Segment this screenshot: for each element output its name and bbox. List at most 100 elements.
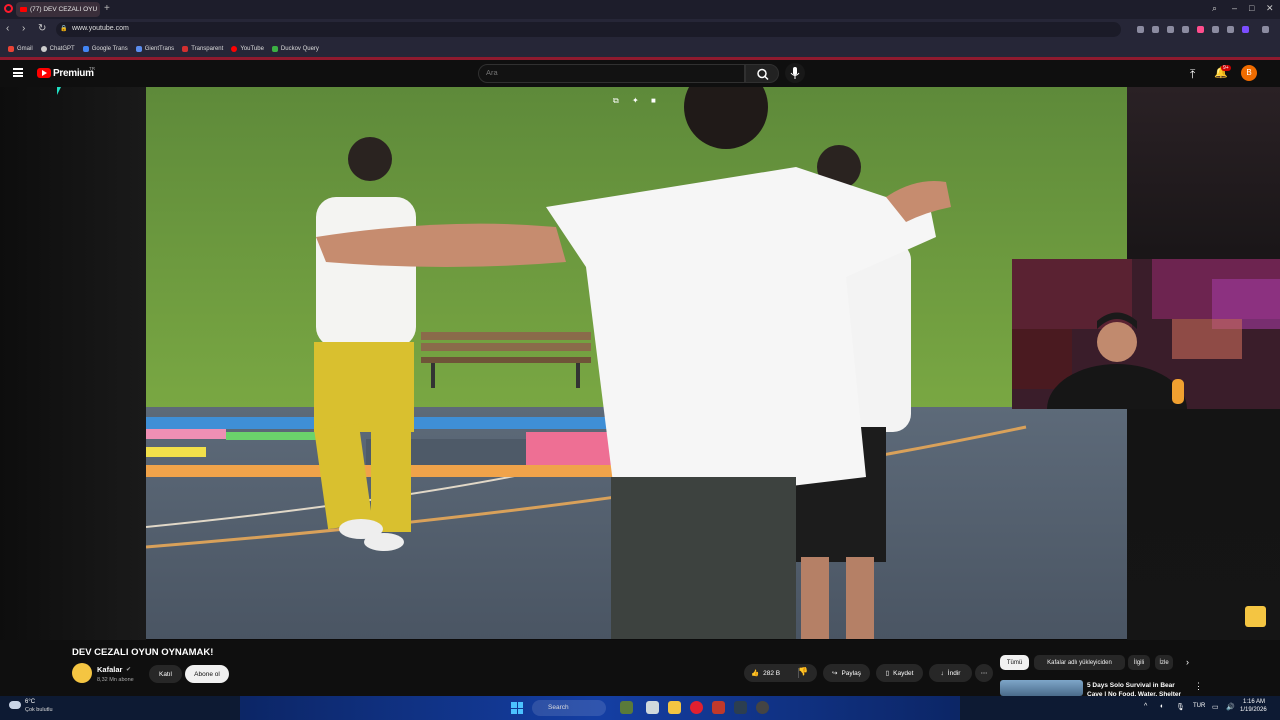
- maximize-icon[interactable]: □: [1249, 3, 1254, 13]
- voice-search-button[interactable]: [785, 63, 805, 83]
- microphone-tray-icon[interactable]: 🎙: [1176, 703, 1185, 711]
- heart-icon[interactable]: [1197, 26, 1204, 33]
- more-actions-button[interactable]: ⋯: [975, 664, 993, 682]
- volume-icon[interactable]: 🔊: [1226, 703, 1235, 711]
- mouse-cursor-icon: [57, 87, 61, 95]
- camera-icon[interactable]: ■: [651, 96, 656, 105]
- close-window-icon[interactable]: ✕: [1266, 3, 1274, 14]
- search-tabs-icon[interactable]: ⌕: [1212, 3, 1217, 14]
- microphone-icon: [790, 67, 800, 79]
- extension-icon[interactable]: [1152, 26, 1159, 33]
- miniplayer-icon[interactable]: ⧉: [613, 96, 619, 106]
- minimize-icon[interactable]: –: [1232, 3, 1237, 13]
- bookmark-gmail[interactable]: Gmail: [8, 45, 33, 52]
- search-input[interactable]: [486, 68, 736, 77]
- tray-chevron-icon[interactable]: ^: [1144, 703, 1147, 710]
- extension-icon[interactable]: [1137, 26, 1144, 33]
- video-info-area: DEV CEZALI OYUN OYNAMAK! Kafalar ✔ 8,32 …: [0, 640, 1280, 696]
- chip-all[interactable]: Tümü: [1000, 655, 1029, 670]
- youtube-favicon-icon: [20, 7, 27, 12]
- hamburger-menu-icon[interactable]: [13, 68, 23, 77]
- thumbs-up-icon: 👍: [751, 670, 760, 677]
- more-vertical-icon[interactable]: ⋮: [1194, 681, 1203, 692]
- widget-app-icon[interactable]: [620, 701, 633, 714]
- bookmark-chatgpt[interactable]: ChatGPT: [40, 45, 75, 52]
- steam-icon[interactable]: [734, 701, 747, 714]
- youtube-premium-logo[interactable]: Premium: [53, 68, 94, 79]
- taskbar-search[interactable]: Search: [532, 700, 606, 716]
- bookmark-gienttrans[interactable]: GientTrans: [135, 45, 174, 52]
- join-button[interactable]: Katıl: [149, 665, 182, 683]
- youtube-header: Premium TR ⤒ 🔔 9+ B: [0, 60, 1280, 87]
- gmail-icon: [8, 45, 14, 52]
- browser-tab-strip: (77) DEV CEZALI OYU + ⌕ – □ ✕: [0, 0, 1280, 19]
- channel-avatar[interactable]: [72, 663, 92, 683]
- youtube-icon: [231, 45, 238, 52]
- download-icon[interactable]: [1212, 26, 1219, 33]
- chip-related[interactable]: İlgili: [1128, 655, 1150, 670]
- opera-logo-icon[interactable]: [4, 4, 13, 13]
- network-icon[interactable]: ▭: [1212, 703, 1219, 711]
- person-yellow-pants: [314, 137, 416, 551]
- create-upload-icon[interactable]: ⤒: [1190, 67, 1195, 82]
- bookmark-transparent[interactable]: Transparent: [182, 45, 223, 52]
- save-button[interactable]: ▯ Kaydet: [876, 664, 923, 682]
- profile-icon[interactable]: [1242, 26, 1249, 33]
- share-icon: ↪: [832, 670, 838, 677]
- video-scene: [146, 87, 1127, 639]
- video-frame[interactable]: ⧉ ✦ ■: [146, 87, 1127, 639]
- ambient-icon[interactable]: ✦: [632, 96, 639, 105]
- back-icon[interactable]: ‹: [6, 23, 9, 34]
- play-extension-icon[interactable]: [1182, 26, 1189, 33]
- like-count: 282 B: [763, 669, 781, 677]
- reload-icon[interactable]: ↻: [38, 23, 46, 34]
- tab-title: (77) DEV CEZALI OYU: [30, 6, 98, 13]
- url-text[interactable]: www.youtube.com: [72, 25, 129, 32]
- video-player[interactable]: ⧉ ✦ ■: [0, 87, 1280, 640]
- opera-browser-icon[interactable]: [690, 701, 703, 714]
- clock-time[interactable]: 1:16 AM: [1243, 699, 1265, 705]
- download-button[interactable]: ↓ İndir: [929, 664, 972, 682]
- forward-icon[interactable]: ›: [22, 23, 25, 34]
- clock-date[interactable]: 1/19/2026: [1240, 707, 1267, 713]
- channel-name[interactable]: Kafalar: [97, 665, 122, 674]
- language-indicator[interactable]: TUR: [1193, 703, 1205, 709]
- tray-app-icon[interactable]: ◐: [1160, 703, 1164, 710]
- search-icon: [757, 68, 769, 81]
- address-bar: ‹ › ↻ 🔒 www.youtube.com: [0, 19, 1280, 40]
- user-avatar[interactable]: B: [1241, 65, 1257, 81]
- bookmark-duckov-query[interactable]: Duckov Query: [271, 45, 319, 52]
- weather-temperature[interactable]: 6°C: [25, 699, 35, 705]
- weather-description[interactable]: Çok bulutlu: [25, 707, 53, 713]
- bookmark-youtube[interactable]: YouTube: [231, 45, 264, 52]
- verified-badge-icon: ✔: [126, 667, 132, 673]
- search-button[interactable]: [745, 64, 779, 83]
- windows-start-icon[interactable]: [511, 702, 523, 714]
- thumbs-down-icon[interactable]: 👎: [798, 667, 808, 676]
- notification-badge: 9+: [1221, 65, 1231, 71]
- task-view-icon[interactable]: [646, 701, 659, 714]
- menu-icon[interactable]: [1227, 26, 1234, 33]
- player-left-margin: [0, 87, 146, 640]
- obs-icon[interactable]: [756, 701, 769, 714]
- recommended-video-title[interactable]: 5 Days Solo Survival in Bear Cave | No F…: [1087, 681, 1187, 696]
- share-button[interactable]: ↪ Paylaş: [823, 664, 870, 682]
- new-tab-button[interactable]: +: [104, 3, 110, 14]
- url-field[interactable]: [56, 22, 1121, 37]
- chip-watched[interactable]: İzle: [1155, 655, 1173, 670]
- extension-icon[interactable]: [1167, 26, 1174, 33]
- subscribe-button[interactable]: Abone ol: [185, 665, 229, 683]
- country-code: TR: [89, 66, 95, 71]
- settings-icon[interactable]: [1262, 26, 1269, 33]
- recommended-video-thumbnail[interactable]: [1000, 680, 1083, 696]
- bookmark-icon: ▯: [885, 670, 890, 677]
- cloud-icon[interactable]: [9, 701, 21, 709]
- browser-tab[interactable]: (77) DEV CEZALI OYU: [16, 2, 100, 17]
- streaming-app-icon[interactable]: [712, 701, 725, 714]
- channel-watermark-icon[interactable]: [1245, 606, 1266, 627]
- file-explorer-icon[interactable]: [668, 701, 681, 714]
- bookmark-google-trans[interactable]: Google Trans: [82, 45, 128, 52]
- youtube-logo-icon[interactable]: [37, 68, 51, 78]
- chip-from-channel[interactable]: Kafalar adlı yükleyiciden: [1034, 655, 1125, 670]
- chevron-right-icon[interactable]: ›: [1186, 657, 1189, 667]
